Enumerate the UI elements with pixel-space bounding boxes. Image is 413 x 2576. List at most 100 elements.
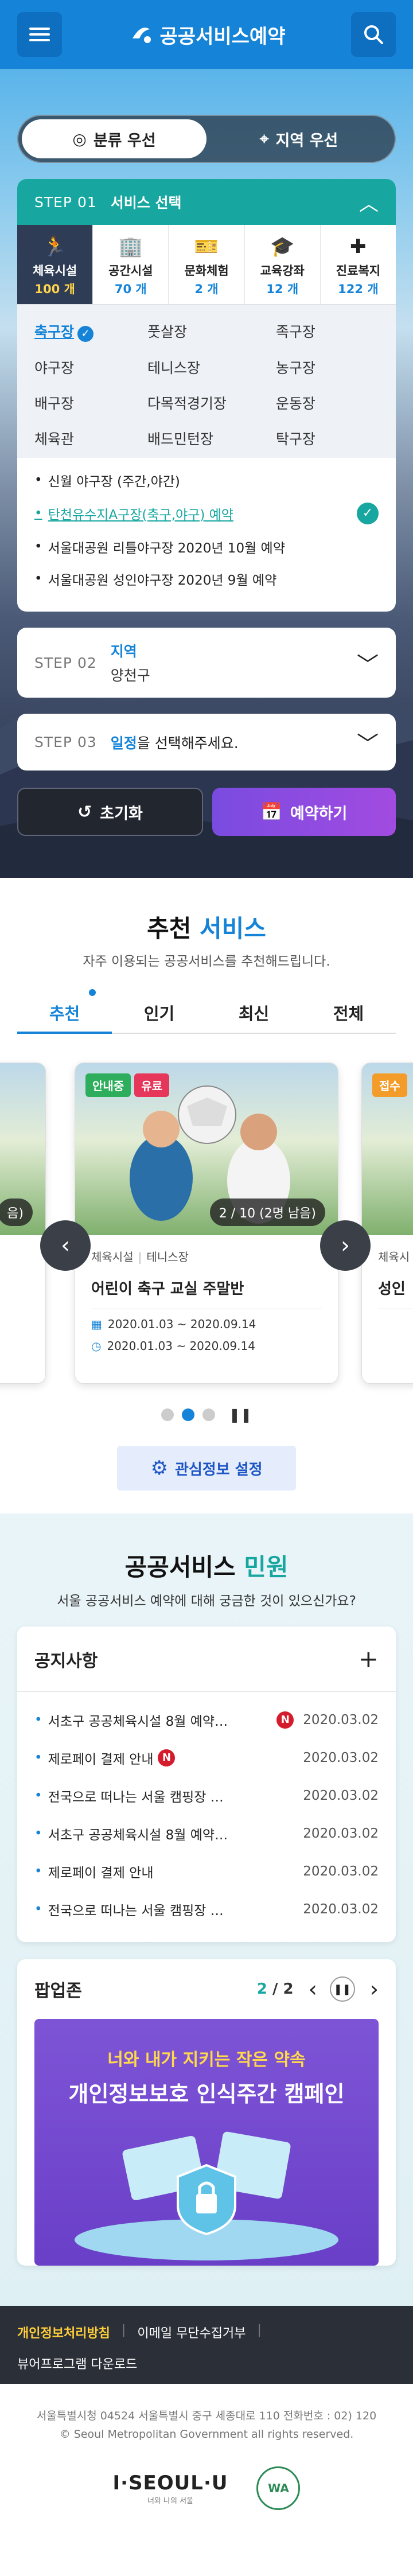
subtype-grid: 축구장 ✓ 풋살장 족구장 야구장 테니스장 농구장 배구장 다목적경기장 운동장…: [17, 305, 396, 458]
carousel-dots: ❚❚: [0, 1407, 413, 1423]
subtype-tennis[interactable]: 테니스장: [147, 357, 276, 378]
menu-button[interactable]: [17, 12, 62, 57]
service-card-next[interactable]: 접수 체육시 성인: [361, 1063, 413, 1384]
facility-item[interactable]: 서울대공원 성인야구장 2020년 9월 예약: [34, 569, 379, 589]
carousel-dot[interactable]: [202, 1408, 215, 1421]
seoul-logo[interactable]: I·SEOUL·U 너와 나의 서울: [113, 2472, 228, 2505]
subtype-badminton[interactable]: 배드민턴장: [147, 428, 276, 449]
facility-item[interactable]: 신월 야구장 (주간,야간): [34, 470, 379, 490]
footer-address: 서울특별시청 04524 서울특별시 중구 세종대로 110 전화번호 : 02…: [36, 2410, 377, 2422]
card-body: 체육시설 | 테니스장 어린이 축구 교실 주말반 ▦ 2020.01.03 ~ 20…: [75, 1235, 338, 1365]
step1-header[interactable]: STEP 01 서비스 선택 ︿: [17, 179, 396, 225]
subtype-jokgu[interactable]: 족구장: [276, 321, 379, 342]
pause-icon[interactable]: ❚❚: [229, 1407, 252, 1423]
tab-recommend[interactable]: 추천: [17, 989, 112, 1034]
card-title: 어린이 축구 교실 주말반: [91, 1277, 322, 1309]
subtype-field[interactable]: 운동장: [276, 392, 379, 413]
site-title: 공공서비스예약: [159, 25, 286, 48]
notice-text: 전국으로 떠나는 서울 캠핑장 …: [48, 1790, 224, 1805]
category-count: 122 개: [338, 282, 379, 296]
category-count: 100 개: [34, 282, 75, 296]
facility-item-selected[interactable]: 탄천유수지A구장(축구,야구) 예약 ✓: [34, 503, 379, 524]
building-icon: 🏢: [118, 235, 143, 258]
plus-icon[interactable]: +: [359, 1645, 379, 1673]
chevron-left-icon[interactable]: ‹: [309, 1976, 317, 2002]
service-card-prev[interactable]: 음): [0, 1063, 46, 1384]
notice-item[interactable]: • 전국으로 떠나는 서울 캠핑장 … 2020.03.02: [34, 1890, 379, 1928]
notice-item[interactable]: • 제로페이 결제 안내 N 2020.03.02: [34, 1739, 379, 1777]
card-badges: 접수: [372, 1073, 407, 1097]
gear-icon: ⚙: [150, 1457, 168, 1480]
search-button[interactable]: [351, 12, 396, 57]
toggle-region-first[interactable]: ⌖ 지역 우선: [206, 119, 391, 158]
subtype-futsal[interactable]: 풋살장: [147, 321, 276, 342]
carousel-dot-active[interactable]: [181, 1408, 194, 1421]
check-icon: ✓: [357, 503, 379, 524]
tab-label: 추천: [49, 1004, 80, 1024]
carousel-prev-button[interactable]: ‹: [40, 1220, 91, 1271]
category-sports[interactable]: 🏃 체육시설 100 개: [17, 225, 93, 304]
title-highlight: 서비스: [199, 915, 266, 943]
tab-popular[interactable]: 인기: [112, 993, 206, 1033]
subtype-soccer[interactable]: 축구장 ✓: [34, 321, 147, 342]
title-highlight: 민원: [244, 1553, 289, 1581]
card-meta: 체육시: [378, 1250, 410, 1264]
notice-text: 서초구 공공체육시설 8월 예약…: [48, 1714, 228, 1729]
notice-item[interactable]: • 제로페이 결제 안내 2020.03.02: [34, 1853, 379, 1890]
recommend-subtitle: 자주 이용되는 공공서비스를 추천해드립니다.: [83, 954, 330, 969]
toggle-label: 분류 우선: [93, 131, 156, 150]
subtype-baseball[interactable]: 야구장: [34, 357, 147, 378]
card-count: 2 / 10 (2명 남음): [209, 1198, 325, 1226]
toggle-category-first[interactable]: ◎ 분류 우선: [22, 119, 206, 158]
pause-icon[interactable]: ❚❚: [329, 1976, 355, 2002]
brand[interactable]: 공공서비스예약: [128, 21, 286, 49]
chevron-right-icon[interactable]: ›: [370, 1976, 379, 2002]
subtype-volleyball[interactable]: 배구장: [34, 392, 147, 413]
book-button[interactable]: 📅 예약하기: [212, 788, 396, 836]
seoul-logo-text: I·SEOUL·U: [112, 2471, 228, 2495]
category-culture[interactable]: 🎫 문화체험 2 개: [169, 225, 245, 304]
subtype-gym[interactable]: 체육관: [34, 428, 147, 449]
reset-button[interactable]: ↺ 초기화: [17, 788, 203, 836]
subtype-tabletennis[interactable]: 탁구장: [276, 428, 379, 449]
step-rest: 을 선택해주세요.: [137, 734, 239, 752]
notice-item[interactable]: • 서초구 공공체육시설 8월 예약… N 2020.03.02: [34, 1701, 379, 1739]
campaign-banner[interactable]: 너와 내가 지키는 작은 약속 개인정보보호 인식주간 캠페인: [34, 2019, 379, 2266]
civil-subtitle: 서울 공공서비스 예약에 대해 궁금한 것이 있으신가요?: [57, 1594, 356, 1609]
interest-settings-button[interactable]: ⚙ 관심정보 설정: [117, 1446, 296, 1491]
tab-latest[interactable]: 최신: [206, 993, 301, 1033]
facility-item[interactable]: 서울대공원 리틀야구장 2020년 10월 예약: [34, 537, 379, 557]
category-medical[interactable]: ✚ 진료복지 122 개: [321, 225, 396, 304]
email-policy-link[interactable]: 이메일 무단수집거부: [137, 2323, 246, 2341]
notice-date: 2020.03.02: [303, 1826, 379, 1841]
status-badge: 안내중: [85, 1073, 131, 1097]
subtype-basketball[interactable]: 농구장: [276, 357, 379, 378]
interest-label: 관심정보 설정: [174, 1461, 263, 1478]
carousel-dot[interactable]: [161, 1408, 174, 1421]
action-buttons: ↺ 초기화 📅 예약하기: [17, 788, 396, 836]
popup-page: 2: [256, 1980, 267, 1998]
privacy-policy-link[interactable]: 개인정보처리방침: [17, 2323, 110, 2341]
notice-item[interactable]: • 서초구 공공체육시설 8월 예약… 2020.03.02: [34, 1815, 379, 1853]
notice-item[interactable]: • 전국으로 떠나는 서울 캠핑장 … 2020.03.02: [34, 1777, 379, 1815]
viewer-download-link[interactable]: 뷰어프로그램 다운로드: [17, 2354, 137, 2372]
running-icon: 🏃: [42, 235, 67, 258]
footer-link-list: 개인정보처리방침 | 이메일 무단수집거부 | 뷰어프로그램 다운로드: [17, 2323, 262, 2372]
category-space[interactable]: 🏢 공간시설 70 개: [93, 225, 169, 304]
category-education[interactable]: 🎓 교육강좌 12 개: [245, 225, 321, 304]
refresh-icon: ↺: [77, 801, 92, 822]
notice-text: 서초구 공공체육시설 8월 예약…: [48, 1828, 228, 1843]
step2-row: STEP 02 지역 양천구 ﹀: [17, 628, 396, 698]
carousel-next-button[interactable]: ›: [320, 1220, 371, 1271]
step2-card[interactable]: STEP 02 지역 양천구 ﹀: [17, 628, 396, 698]
subtype-multipurpose[interactable]: 다목적경기장: [147, 392, 276, 413]
banner-line2: 개인정보보호 인식주간 캠페인: [68, 2081, 345, 2107]
notice-text: 제로페이 결제 안내: [48, 1866, 154, 1881]
service-card[interactable]: 안내중 유료 2 / 10 (2명 남음) 체육시설 | 테니스장 어린이 축구 교…: [75, 1063, 338, 1384]
notice-date: 2020.03.02: [303, 1864, 379, 1879]
step3-card[interactable]: STEP 03 일정을 선택해주세요. ﹀: [17, 714, 396, 771]
step-highlight: 일정: [110, 734, 137, 752]
footer-links: 개인정보처리방침 | 이메일 무단수집거부 | 뷰어프로그램 다운로드: [0, 2306, 413, 2384]
fee-badge: 유료: [134, 1073, 170, 1097]
tab-all[interactable]: 전체: [301, 993, 396, 1033]
